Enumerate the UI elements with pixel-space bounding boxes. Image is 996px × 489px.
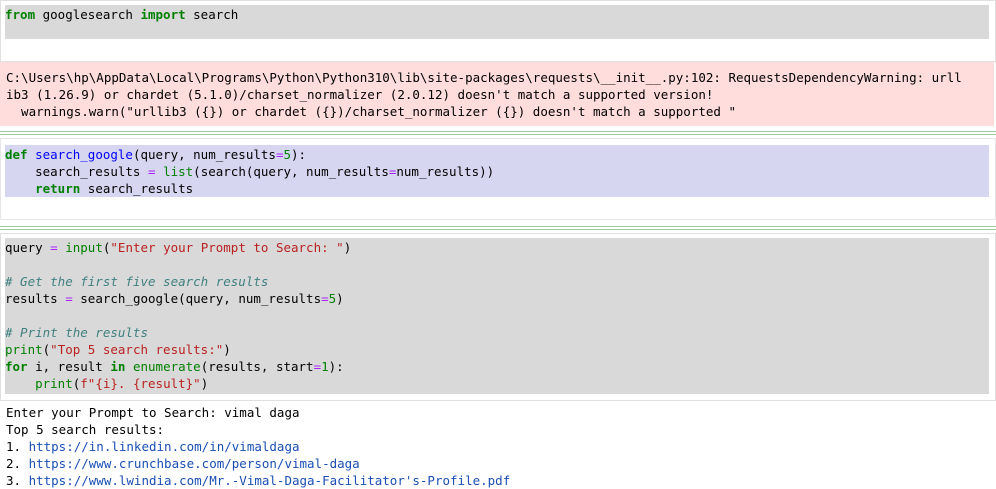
- code-cell-import[interactable]: from googlesearch import search: [0, 0, 996, 62]
- code-line: search_results = list(search(query, num_…: [5, 163, 494, 180]
- result-link[interactable]: https://www.lwindia.com/Mr.-Vimal-Daga-F…: [29, 473, 511, 488]
- stderr-line: C:\Users\hp\AppData\Local\Programs\Pytho…: [6, 70, 962, 85]
- code-line: from googlesearch import search: [5, 6, 238, 23]
- keyword: import: [140, 7, 186, 22]
- code-text: num_results)): [396, 164, 495, 179]
- keyword: return: [5, 181, 81, 196]
- code-comment: # Get the first five search results: [5, 274, 269, 289]
- code-editor[interactable]: def search_google(query, num_results=5):…: [5, 145, 989, 197]
- code-text: search_results: [5, 164, 148, 179]
- cell-separator: [0, 229, 996, 230]
- string-literal: "Top 5 search results:": [50, 342, 224, 357]
- operator: =: [321, 291, 329, 306]
- code-text: ): [223, 342, 231, 357]
- result-number: 2.: [6, 456, 29, 471]
- result-link[interactable]: https://www.crunchbase.com/person/vimal-…: [29, 456, 360, 471]
- stderr-output: C:\Users\hp\AppData\Local\Programs\Pytho…: [0, 62, 994, 126]
- code-text: ): [200, 376, 209, 391]
- function-name: search_google: [35, 147, 133, 162]
- code-text: ): [336, 291, 344, 306]
- result-item: 1. https://in.linkedin.com/in/vimaldaga: [6, 438, 300, 455]
- result-item: 3. https://www.lwindia.com/Mr.-Vimal-Dag…: [6, 472, 510, 489]
- code-text: (query, num_results: [132, 147, 276, 162]
- code-text: search_google(query, num_results: [72, 291, 322, 306]
- code-text: ):: [328, 359, 344, 374]
- code-cell-main[interactable]: query = input("Enter your Prompt to Sear…: [0, 233, 996, 401]
- operator: =: [50, 240, 58, 255]
- builtin: print: [5, 342, 43, 357]
- code-line: results = search_google(query, num_resul…: [5, 290, 344, 307]
- keyword: for: [5, 359, 28, 374]
- module-name: googlesearch: [35, 7, 141, 22]
- code-text: (results, start: [200, 359, 314, 374]
- code-line: for i, result in enumerate(results, star…: [5, 358, 344, 375]
- code-text: query: [5, 240, 51, 255]
- result-item: 2. https://www.crunchbase.com/person/vim…: [6, 455, 360, 472]
- code-text: ): [343, 240, 352, 255]
- keyword: in: [110, 359, 126, 374]
- builtin: list: [163, 164, 194, 179]
- number: 5: [283, 147, 292, 162]
- code-text: ):: [291, 147, 307, 162]
- cell-separator: [0, 226, 996, 227]
- code-text: search_results: [80, 181, 194, 196]
- code-line: print(f"{i}. {result}"): [5, 375, 208, 392]
- result-number: 3.: [6, 473, 29, 488]
- string-literal: f"{i}. {result}": [80, 376, 201, 391]
- cell-separator: [0, 134, 996, 135]
- keyword: from: [5, 7, 36, 22]
- builtin: enumerate: [132, 359, 201, 374]
- code-cell-function[interactable]: def search_google(query, num_results=5):…: [0, 138, 996, 220]
- string-literal: "Enter your Prompt to Search: ": [110, 240, 344, 255]
- operator: =: [148, 164, 156, 179]
- output-line: Top 5 search results:: [6, 422, 165, 437]
- code-line: def search_google(query, num_results=5):: [5, 146, 306, 163]
- number: 1: [321, 359, 329, 374]
- code-line: print("Top 5 search results:"): [5, 341, 231, 358]
- identifier: search: [185, 7, 239, 22]
- stderr-line: ib3 (1.26.9) or chardet (5.1.0)/charset_…: [6, 87, 714, 102]
- code-text: results: [5, 291, 66, 306]
- builtin: print: [35, 376, 73, 391]
- code-line: query = input("Enter your Prompt to Sear…: [5, 239, 351, 256]
- keyword: def: [5, 147, 28, 162]
- stderr-line: warnings.warn("urllib3 ({}) or chardet (…: [6, 104, 736, 119]
- operator: =: [313, 359, 322, 374]
- operator: =: [65, 291, 73, 306]
- builtin: input: [65, 240, 103, 255]
- result-link[interactable]: https://in.linkedin.com/in/vimaldaga: [29, 439, 300, 454]
- code-comment: # Print the results: [5, 325, 148, 340]
- code-editor[interactable]: query = input("Enter your Prompt to Sear…: [5, 238, 989, 394]
- cell-separator: [0, 131, 996, 132]
- code-line: return search_results: [5, 180, 193, 197]
- code-text: i, result: [27, 359, 111, 374]
- output-line: Enter your Prompt to Search: vimal daga: [6, 405, 300, 420]
- code-editor[interactable]: from googlesearch import search: [5, 5, 989, 39]
- code-text: (search(query, num_results: [193, 164, 389, 179]
- result-number: 1.: [6, 439, 29, 454]
